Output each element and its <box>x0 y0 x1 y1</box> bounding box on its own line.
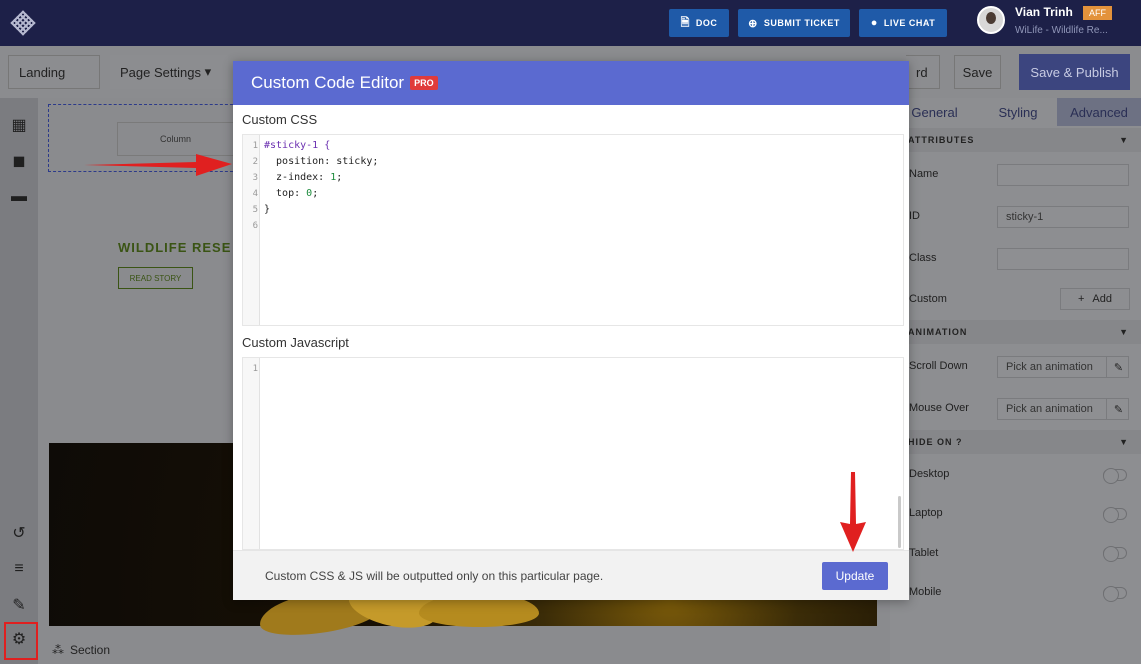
css-label: Custom CSS <box>242 112 318 127</box>
shopify-icon[interactable]: ◼ <box>8 150 30 172</box>
mouse-over-label: Mouse Over <box>909 402 969 414</box>
page-settings-dropdown[interactable]: Page Settings ▾ <box>110 55 228 89</box>
affiliate-badge: AFF <box>1083 6 1112 20</box>
code-line[interactable]: z-index: 1; <box>264 172 342 183</box>
device-mobile-label: Mobile <box>909 586 942 598</box>
outline-icon[interactable]: ≡ <box>8 558 30 580</box>
animation-header[interactable]: ANIMATION ▼ <box>890 320 1141 344</box>
logo-icon <box>10 10 36 36</box>
name-label: Name <box>909 168 939 180</box>
modal-title: Custom Code Editor <box>251 73 405 92</box>
read-story-button[interactable]: READ STORY <box>118 267 193 289</box>
help-icon: ? <box>956 437 963 447</box>
hide-on-header[interactable]: HIDE ON ? ▼ <box>890 430 1141 454</box>
live-chat-button[interactable]: ● LIVE CHAT <box>859 9 947 37</box>
site-name[interactable]: WiLife - Wildlife Re... <box>1015 25 1108 36</box>
pencil-icon[interactable]: ✎ <box>1106 356 1130 378</box>
scrollbar[interactable] <box>898 496 901 548</box>
app-logo[interactable] <box>0 0 46 46</box>
scroll-down-label: Scroll Down <box>909 360 968 372</box>
tools-icon[interactable]: ✎ <box>8 594 30 616</box>
code-line[interactable]: top: 0; <box>264 188 318 199</box>
attributes-header[interactable]: ATTRIBUTES ▼ <box>890 128 1141 152</box>
update-button[interactable]: Update <box>822 562 888 590</box>
annotation-arrow-down-icon <box>840 472 866 552</box>
settings-highlight <box>4 622 38 660</box>
pencil-icon[interactable]: ✎ <box>1106 398 1130 420</box>
name-field[interactable] <box>997 164 1129 186</box>
page-select[interactable]: Landing <box>8 55 100 89</box>
device-laptop-label: Laptop <box>909 507 943 519</box>
annotation-arrow-right-icon <box>84 154 232 176</box>
laptop-toggle[interactable] <box>1103 507 1127 523</box>
code-line[interactable]: position: sticky; <box>264 156 378 167</box>
caret-down-icon: ▼ <box>1119 327 1129 337</box>
line-gutter: 1 <box>243 358 260 549</box>
class-label: Class <box>909 252 937 264</box>
lifebuoy-icon: ⊕ <box>748 17 758 30</box>
panel-tabs: General Styling Advanced <box>890 98 1141 126</box>
code-line[interactable]: #sticky-1 { <box>264 140 330 151</box>
submit-ticket-button[interactable]: ⊕ SUBMIT TICKET <box>738 9 850 37</box>
plus-icon: + <box>1077 293 1085 305</box>
modal-header: Custom Code Editor PRO <box>233 61 909 105</box>
modal-footer: Custom CSS & JS will be outputted only o… <box>233 550 909 600</box>
top-bar: 🗎 DOC ⊕ SUBMIT TICKET ● LIVE CHAT Vian Trin… <box>0 0 1141 46</box>
code-line[interactable]: } <box>264 204 270 215</box>
class-field[interactable] <box>997 248 1129 270</box>
doc-button[interactable]: 🗎 DOC <box>669 9 729 37</box>
desktop-toggle[interactable] <box>1103 468 1127 484</box>
pro-badge: PRO <box>410 76 438 90</box>
save-button[interactable]: Save <box>954 55 1001 89</box>
avatar[interactable] <box>977 6 1005 34</box>
id-field[interactable]: sticky-1 <box>997 206 1129 228</box>
custom-label: Custom <box>909 293 947 305</box>
caret-down-icon: ▼ <box>1119 135 1129 145</box>
tab-styling[interactable]: Styling <box>979 98 1057 126</box>
tab-advanced[interactable]: Advanced <box>1057 98 1141 126</box>
mobile-toggle[interactable] <box>1103 586 1127 602</box>
breadcrumb[interactable]: ⁂ Section <box>52 643 110 657</box>
footer-note: Custom CSS & JS will be outputted only o… <box>265 569 604 583</box>
toolbar-partial-button[interactable]: rd <box>906 55 940 89</box>
sitemap-icon: ⁂ <box>52 643 64 657</box>
document-icon: 🗎 <box>680 16 690 29</box>
add-attribute-button[interactable]: + Add <box>1060 288 1130 310</box>
history-icon[interactable]: ↺ <box>8 522 30 544</box>
caret-down-icon: ▾ <box>204 64 212 79</box>
folder-icon[interactable]: ▬ <box>8 186 30 208</box>
chat-icon: ● <box>870 17 878 29</box>
device-tablet-label: Tablet <box>909 547 939 559</box>
line-gutter: 1 2 3 4 5 6 <box>243 135 260 325</box>
js-editor[interactable]: 1 <box>242 357 904 550</box>
device-desktop-label: Desktop <box>909 468 950 480</box>
add-element-icon[interactable]: ▦ <box>8 114 30 136</box>
js-label: Custom Javascript <box>242 335 349 350</box>
hero-heading[interactable]: WILDLIFE RESE <box>118 240 231 255</box>
css-editor[interactable]: 1 2 3 4 5 6 #sticky-1 { position: sticky… <box>242 134 904 326</box>
caret-down-icon: ▼ <box>1119 437 1129 447</box>
id-label: ID <box>909 210 920 222</box>
tablet-toggle[interactable] <box>1103 546 1127 562</box>
custom-code-modal: Custom Code Editor PRO Custom CSS 1 2 3 … <box>233 61 909 600</box>
user-name[interactable]: Vian Trinh <box>1015 5 1073 19</box>
save-publish-button[interactable]: Save & Publish <box>1019 54 1130 90</box>
left-sidebar: ▦ ◼ ▬ ↺ ≡ ✎ ⚙ <box>0 98 38 664</box>
